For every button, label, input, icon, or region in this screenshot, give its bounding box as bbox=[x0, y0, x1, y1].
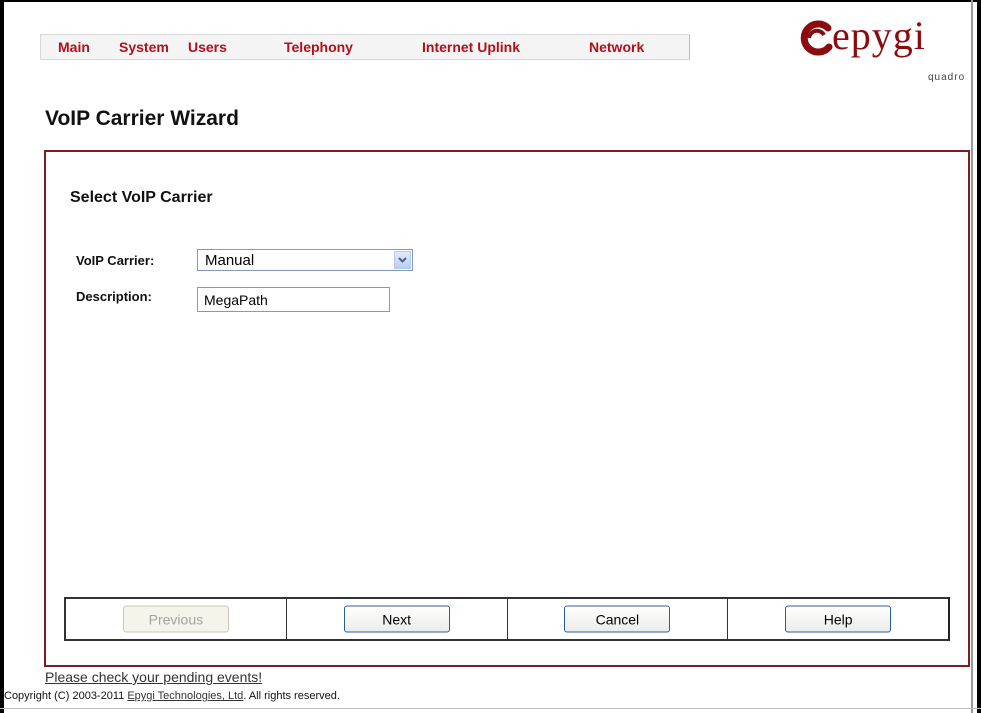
scrollbar-edge bbox=[971, 0, 973, 713]
window-border-top bbox=[0, 0, 981, 2]
page-title: VoIP Carrier Wizard bbox=[45, 107, 239, 130]
window-border-right bbox=[977, 0, 981, 713]
wizard-panel: Select VoIP Carrier VoIP Carrier: Manual… bbox=[44, 150, 970, 667]
logo-wordmark: epygi bbox=[832, 13, 926, 58]
pending-events-link[interactable]: Please check your pending events! bbox=[45, 669, 262, 685]
help-button-cell: Help bbox=[728, 599, 948, 639]
window-border-left bbox=[0, 0, 4, 713]
voip-carrier-selected-value: Manual bbox=[205, 252, 255, 269]
dropdown-arrow-button[interactable] bbox=[394, 251, 411, 269]
cancel-button-cell: Cancel bbox=[508, 599, 729, 639]
nav-item-main[interactable]: Main bbox=[58, 39, 90, 55]
previous-button: Previous bbox=[122, 605, 229, 633]
epygi-logo-mark-icon bbox=[800, 20, 833, 56]
nav-item-internet-uplink[interactable]: Internet Uplink bbox=[422, 39, 520, 55]
previous-button-cell: Previous bbox=[66, 599, 287, 639]
next-button-cell: Next bbox=[287, 599, 508, 639]
top-nav: Main System Users Telephony Internet Upl… bbox=[40, 34, 690, 60]
copyright-notice: Copyright (C) 2003-2011 Epygi Technologi… bbox=[4, 690, 340, 702]
wizard-button-bar: Previous Next Cancel Help bbox=[64, 597, 950, 641]
company-link[interactable]: Epygi Technologies, Ltd bbox=[127, 690, 243, 702]
voip-carrier-select[interactable]: Manual bbox=[197, 249, 413, 271]
nav-item-users[interactable]: Users bbox=[188, 39, 227, 55]
logo-subtitle: quadro bbox=[928, 72, 966, 83]
app-window: Main System Users Telephony Internet Upl… bbox=[0, 0, 981, 713]
description-field[interactable] bbox=[197, 287, 390, 312]
window-border-bottom bbox=[0, 708, 981, 709]
voip-carrier-label: VoIP Carrier: bbox=[76, 253, 155, 268]
description-label: Description: bbox=[76, 289, 152, 304]
help-button[interactable]: Help bbox=[785, 605, 892, 633]
chevron-down-icon bbox=[398, 257, 407, 263]
nav-item-network[interactable]: Network bbox=[589, 39, 644, 55]
copyright-suffix: . All rights reserved. bbox=[243, 690, 340, 702]
cancel-button[interactable]: Cancel bbox=[564, 605, 671, 633]
epygi-logo: epygi quadro bbox=[798, 13, 968, 88]
next-button[interactable]: Next bbox=[343, 605, 450, 633]
nav-item-system[interactable]: System bbox=[119, 39, 169, 55]
section-heading: Select VoIP Carrier bbox=[70, 189, 213, 206]
copyright-prefix: Copyright (C) 2003-2011 bbox=[4, 690, 128, 702]
nav-item-telephony[interactable]: Telephony bbox=[284, 39, 353, 55]
